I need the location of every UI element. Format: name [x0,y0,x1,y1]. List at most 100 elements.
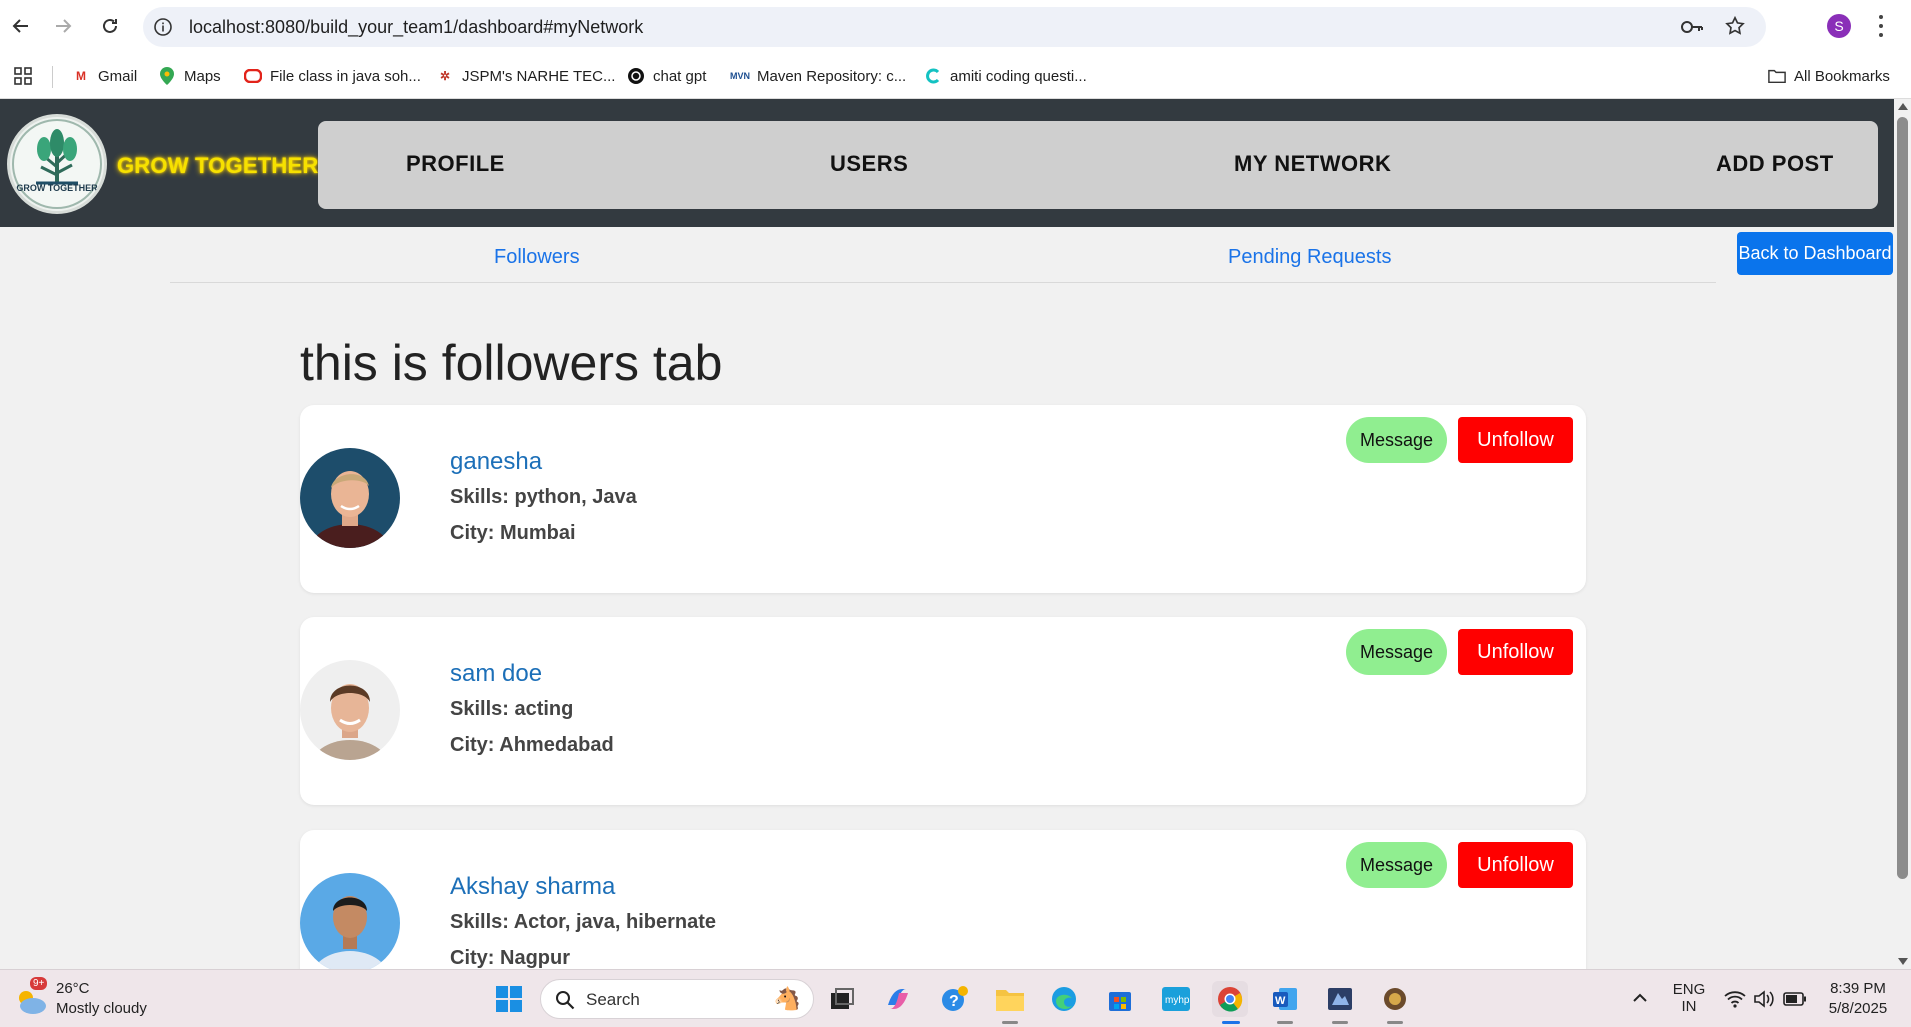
language-indicator[interactable]: ENG IN [1672,981,1706,1015]
svg-text:?: ? [949,993,959,1010]
back-arrow-icon[interactable] [6,11,36,41]
tomcat-app-icon[interactable] [1377,981,1413,1017]
unfollow-button[interactable]: Unfollow [1458,629,1573,675]
battery-icon[interactable] [1783,992,1807,1011]
browser-menu-icon[interactable] [1876,12,1886,40]
bookmark-jspm[interactable]: ✲ JSPM's NARHE TEC... [436,64,615,88]
microsoft-store-icon[interactable] [1102,981,1138,1017]
windows-taskbar: 9+ 26°C Mostly cloudy Search 🐴 ? myhp W [0,969,1911,1027]
app-logo[interactable]: GROW TOGETHER [7,114,107,214]
bookmark-amiti[interactable]: amiti coding questi... [924,64,1087,88]
copilot-icon[interactable] [880,981,916,1017]
bookmark-maven[interactable]: MVN Maven Repository: c... [730,64,906,88]
message-button[interactable]: Message [1346,629,1447,675]
volume-icon[interactable] [1753,990,1775,1013]
myhp-icon[interactable]: myhp [1158,981,1194,1017]
apps-grid-icon[interactable] [14,64,32,88]
nav-users[interactable]: USERS [830,151,908,177]
follower-name[interactable]: ganesha [450,448,542,476]
cloudy-weather-icon [19,991,46,1014]
taskbar-search[interactable]: Search 🐴 [540,979,814,1019]
maven-icon: MVN [730,71,750,81]
clock-date: 5/8/2025 [1828,1000,1888,1017]
avatar[interactable] [300,448,400,548]
follower-name[interactable]: Akshay sharma [450,873,615,901]
browser-toolbar: localhost:8080/build_your_team1/dashboar… [0,0,1911,54]
amiti-icon [924,67,942,85]
bookmark-chat-gpt[interactable]: chat gpt [627,64,706,88]
active-indicator [1332,1021,1348,1024]
follower-name[interactable]: sam doe [450,660,542,688]
bookmark-star-icon[interactable] [1724,15,1746,42]
url-text[interactable]: localhost:8080/build_your_team1/dashboar… [189,17,643,38]
show-hidden-icons-chevron-icon[interactable] [1632,990,1648,1008]
brand-title[interactable]: GROW TOGETHER [117,153,318,179]
top-navigation: PROFILE USERS MY NETWORK ADD POST [318,121,1878,209]
all-bookmarks-label: All Bookmarks [1794,67,1890,85]
wifi-icon[interactable] [1724,990,1746,1013]
bookmark-label: File class in java soh... [270,67,421,85]
address-bar[interactable]: localhost:8080/build_your_team1/dashboar… [143,7,1766,47]
nav-add-post[interactable]: ADD POST [1716,151,1834,177]
weather-temperature: 26°C [56,980,90,997]
logo-caption: GROW TOGETHER [16,183,98,193]
bookmark-gmail[interactable]: M Gmail [72,64,137,88]
weather-widget[interactable]: 9+ 26°C Mostly cloudy [14,977,174,1022]
follower-skills: Skills: acting [450,698,574,720]
tab-pending-requests[interactable]: Pending Requests [1228,246,1391,269]
unfollow-button[interactable]: Unfollow [1458,417,1573,463]
page-scrollbar[interactable] [1894,99,1911,969]
bookmark-label: chat gpt [653,67,707,85]
follower-city: City: Nagpur [450,947,570,969]
bookmark-divider [52,66,53,88]
nav-profile[interactable]: PROFILE [406,151,505,177]
file-explorer-icon[interactable] [992,981,1028,1017]
bookmark-label: Maps [184,67,221,85]
bookmark-label: Gmail [98,67,138,85]
follower-city: City: Ahmedabad [450,734,614,756]
all-bookmarks[interactable]: All Bookmarks [1768,64,1890,88]
weather-alert-badge: 9+ [30,977,48,990]
message-button[interactable]: Message [1346,842,1447,888]
bookmark-file-class[interactable]: File class in java soh... [244,64,421,88]
scroll-thumb[interactable] [1897,117,1908,879]
site-info-icon[interactable] [153,17,173,42]
chrome-browser-icon[interactable] [1212,981,1248,1017]
word-icon[interactable]: W [1267,981,1303,1017]
bookmark-label: JSPM's NARHE TEC... [462,67,616,85]
nav-my-network[interactable]: MY NETWORK [1234,151,1391,177]
scroll-down-arrow-icon[interactable] [1898,958,1908,965]
reload-icon[interactable] [95,11,125,41]
clock[interactable]: 8:39 PM 5/8/2025 [1822,980,1894,1017]
active-indicator [1277,1021,1293,1024]
bookmarks-bar: M Gmail Maps File class in java soh... ✲… [0,54,1911,99]
message-button[interactable]: Message [1346,417,1447,463]
person-photo-icon [300,448,400,548]
bookmark-maps[interactable]: Maps [158,64,221,88]
clock-time: 8:39 PM [1830,980,1886,997]
active-indicator [1002,1021,1018,1024]
eclipse-ide-icon[interactable] [1322,981,1358,1017]
help-icon[interactable]: ? [936,981,972,1017]
password-key-icon[interactable] [1680,17,1704,42]
profile-avatar[interactable]: S [1827,14,1851,38]
forward-arrow-icon[interactable] [48,11,78,41]
unfollow-button[interactable]: Unfollow [1458,842,1573,888]
maps-pin-icon [158,67,176,85]
avatar[interactable] [300,873,400,973]
app-header: GROW TOGETHER GROW TOGETHER PROFILE USER… [0,99,1894,227]
avatar[interactable] [300,660,400,760]
follower-card: sam doe Skills: acting City: Ahmedabad M… [300,617,1586,805]
edge-browser-icon[interactable] [1046,981,1082,1017]
follower-city: City: Mumbai [450,522,576,544]
svg-text:myhp: myhp [1165,995,1190,1006]
tab-followers[interactable]: Followers [494,246,580,269]
jspm-logo-icon: ✲ [439,69,451,83]
follower-card: ganesha Skills: python, Java City: Mumba… [300,405,1586,593]
back-to-dashboard-button[interactable]: Back to Dashboard [1737,232,1893,275]
person-photo-icon [300,873,400,973]
scroll-up-arrow-icon[interactable] [1898,103,1908,110]
task-view-icon[interactable] [824,981,860,1017]
windows-start-icon[interactable] [491,981,527,1017]
follower-skills: Skills: Actor, java, hibernate [450,911,717,933]
